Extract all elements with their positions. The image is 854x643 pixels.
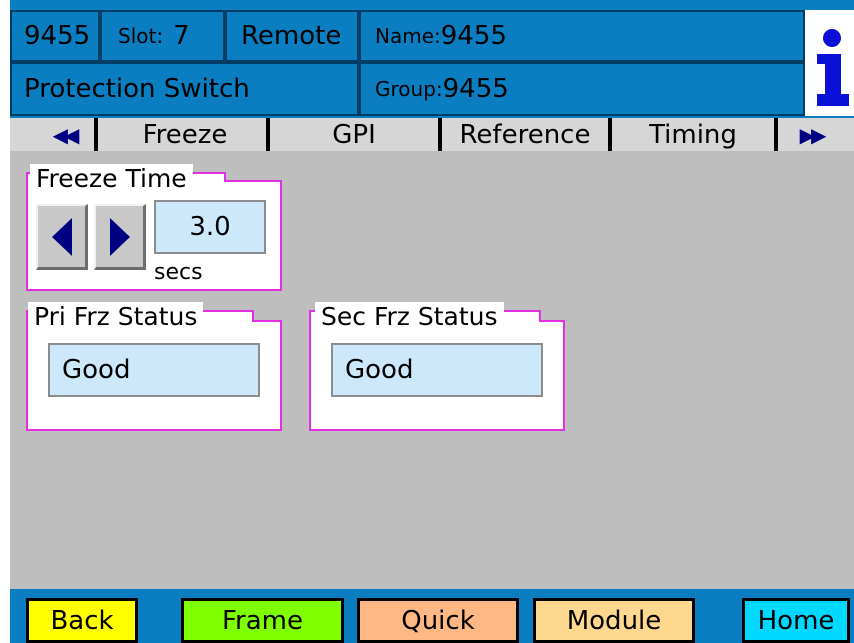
pri-frz-status-title: Pri Frz Status bbox=[28, 302, 204, 331]
tab-next-button[interactable]: ▶▶ bbox=[774, 118, 844, 151]
tab-bar: ◀◀ Freeze GPI Reference Timing ▶▶ bbox=[10, 118, 854, 151]
back-label: Back bbox=[50, 605, 114, 636]
slot-value: 7 bbox=[173, 21, 190, 51]
frame-button[interactable]: Frame bbox=[181, 598, 344, 643]
triangle-right-icon bbox=[109, 217, 130, 256]
function-cell: Protection Switch bbox=[10, 62, 359, 116]
pri-status-notch bbox=[252, 310, 282, 322]
name-value: 9455 bbox=[440, 21, 507, 51]
tab-reference-label: Reference bbox=[459, 119, 591, 150]
module-label: Module bbox=[566, 605, 662, 636]
quick-label: Quick bbox=[401, 605, 475, 636]
pri-frz-status-group: Pri Frz Status Good bbox=[26, 302, 282, 431]
double-right-arrow-icon: ▶▶ bbox=[799, 122, 827, 147]
quick-button[interactable]: Quick bbox=[357, 598, 519, 643]
back-button[interactable]: Back bbox=[26, 598, 138, 643]
tab-timing[interactable]: Timing bbox=[608, 118, 774, 151]
group-cell: Group: 9455 bbox=[359, 62, 805, 116]
home-label: Home bbox=[757, 605, 835, 636]
freeze-time-unit: secs bbox=[154, 260, 203, 285]
tab-freeze[interactable]: Freeze bbox=[94, 118, 272, 151]
left-edge bbox=[0, 0, 10, 643]
tab-reference[interactable]: Reference bbox=[438, 118, 608, 151]
group-value: 9455 bbox=[442, 74, 509, 104]
home-button[interactable]: Home bbox=[742, 598, 850, 643]
sec-frz-status-field: Good bbox=[331, 343, 543, 397]
device-id-text: 9455 bbox=[24, 21, 91, 51]
triangle-left-icon bbox=[51, 217, 72, 256]
slot-label: Slot: bbox=[118, 24, 164, 48]
function-text: Protection Switch bbox=[24, 74, 250, 104]
freeze-time-increment-button[interactable] bbox=[94, 204, 146, 270]
info-button[interactable] bbox=[805, 10, 854, 116]
slot-cell: Slot: 7 bbox=[100, 10, 225, 62]
freeze-time-group: Freeze Time 3.0 secs bbox=[26, 164, 282, 291]
tab-gpi-label: GPI bbox=[332, 119, 376, 150]
tab-freeze-label: Freeze bbox=[142, 119, 228, 150]
tab-timing-label: Timing bbox=[649, 119, 737, 150]
frame-label: Frame bbox=[221, 605, 303, 636]
name-cell: Name: 9455 bbox=[359, 10, 805, 62]
freeze-time-value-field[interactable]: 3.0 bbox=[154, 200, 266, 254]
info-icon bbox=[817, 29, 849, 106]
sec-status-notch bbox=[539, 310, 565, 322]
sec-frz-status-title: Sec Frz Status bbox=[315, 302, 504, 331]
tab-gpi[interactable]: GPI bbox=[266, 118, 438, 151]
freeze-time-notch bbox=[224, 172, 282, 182]
group-label: Group: bbox=[375, 77, 443, 101]
mode-cell: Remote bbox=[225, 10, 359, 62]
module-button[interactable]: Module bbox=[533, 598, 695, 643]
pri-frz-status-value: Good bbox=[62, 355, 131, 385]
freeze-time-value: 3.0 bbox=[189, 212, 231, 242]
double-left-arrow-icon: ◀◀ bbox=[52, 122, 80, 147]
mode-text: Remote bbox=[241, 21, 342, 51]
freeze-time-decrement-button[interactable] bbox=[36, 204, 88, 270]
freeze-time-title: Freeze Time bbox=[30, 164, 193, 193]
sec-frz-status-value: Good bbox=[345, 355, 414, 385]
device-id: 9455 bbox=[10, 10, 100, 62]
pri-frz-status-field: Good bbox=[48, 343, 260, 397]
name-label: Name: bbox=[375, 24, 441, 48]
tab-prev-button[interactable]: ◀◀ bbox=[38, 118, 90, 151]
sec-frz-status-group: Sec Frz Status Good bbox=[309, 302, 565, 431]
